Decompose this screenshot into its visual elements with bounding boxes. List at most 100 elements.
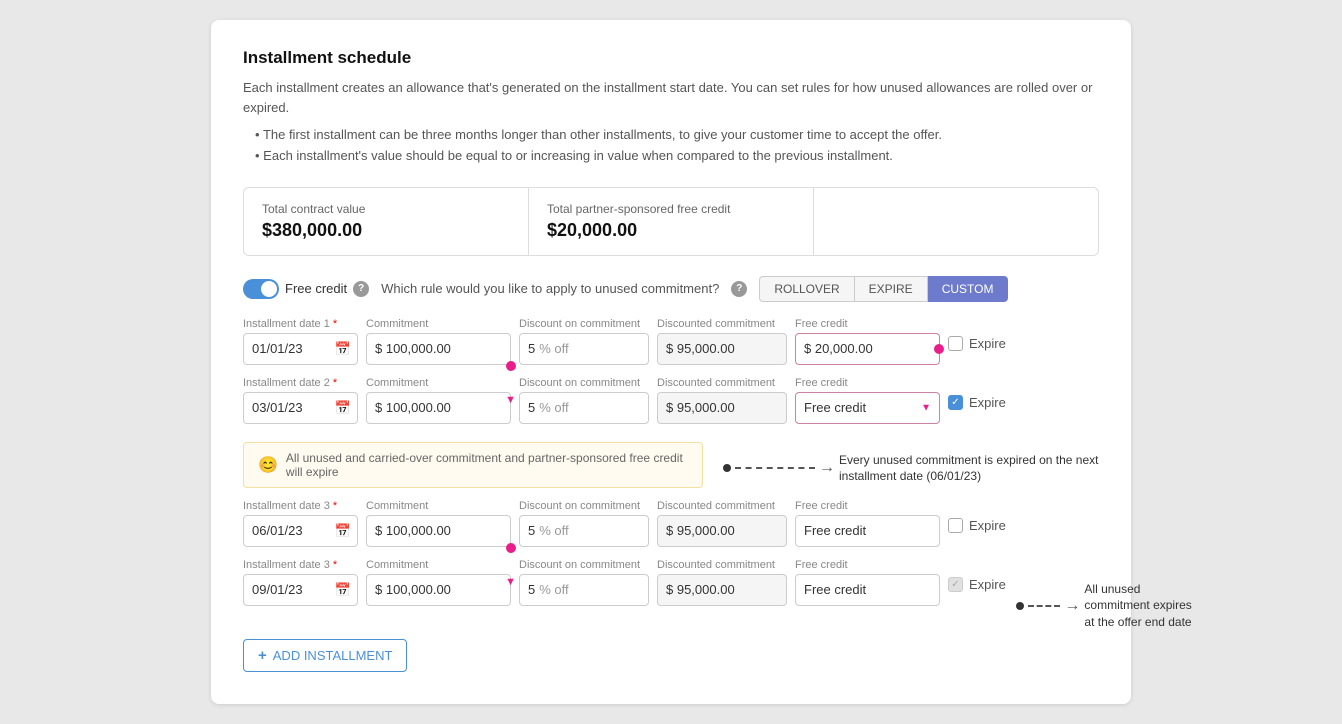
commitment-input-3[interactable]: $ 100,000.00 <box>366 515 511 547</box>
expire-group-2: Expire <box>948 377 1006 410</box>
rule-help-icon[interactable]: ? <box>731 281 747 297</box>
smiley-icon: 😊 <box>258 455 278 475</box>
date-input-4[interactable]: 09/01/23 📅 <box>243 574 358 606</box>
date-group-4: Installment date 3 * 09/01/23 📅 <box>243 559 358 606</box>
date-group-1: Installment date 1 * 01/01/23 📅 <box>243 318 358 365</box>
discounted-value-2: $ 95,000.00 <box>666 400 735 415</box>
discounted-input-1: $ 95,000.00 <box>657 333 787 365</box>
installment-schedule-card: Installment schedule Each installment cr… <box>211 20 1131 704</box>
bullet-list: The first installment can be three month… <box>255 125 1099 167</box>
bullet-2: Each installment's value should be equal… <box>255 146 1099 167</box>
installment-row-1: Installment date 1 * 01/01/23 📅 Commitme… <box>243 318 1099 365</box>
discounted-label-4: Discounted commitment <box>657 559 787 571</box>
total-contract-box: Total contract value $380,000.00 <box>244 188 529 255</box>
calendar-icon-1: 📅 <box>335 341 351 357</box>
discount-input-3[interactable]: 5 % off <box>519 515 649 547</box>
expire-label-1: Expire <box>969 336 1006 351</box>
dropdown-arrow-2: ▼ <box>921 402 931 413</box>
discounted-label-1: Discounted commitment <box>657 318 787 330</box>
card-title: Installment schedule <box>243 48 1099 68</box>
expire-label-4: Expire <box>969 577 1006 592</box>
expire-button[interactable]: EXPIRE <box>855 276 928 302</box>
installment-row-2-wrapper: Installment date 2 * 03/01/23 📅 Commitme… <box>243 377 1099 500</box>
free-credit-label-1: Free credit <box>795 318 940 330</box>
annotation-row-2: → Every unused commitment is expired on … <box>713 436 1099 486</box>
toggle-background[interactable] <box>243 279 279 299</box>
rollover-button[interactable]: ROLLOVER <box>759 276 854 302</box>
commitment-input-1[interactable]: $ 100,000.00 <box>366 333 511 365</box>
calendar-icon-4: 📅 <box>335 582 351 598</box>
discounted-group-3: Discounted commitment $ 95,000.00 <box>657 500 787 547</box>
total-credit-box: Total partner-sponsored free credit $20,… <box>529 188 814 255</box>
discount-input-4[interactable]: 5 % off <box>519 574 649 606</box>
expire-label-2: Expire <box>969 395 1006 410</box>
discounted-value-1: $ 95,000.00 <box>666 341 735 356</box>
down-arrow-2: ▼ <box>505 394 516 406</box>
free-credit-value-4: Free credit <box>804 582 866 597</box>
toggle-help-icon[interactable]: ? <box>353 281 369 297</box>
expire-banner-text: All unused and carried-over commitment a… <box>286 451 688 479</box>
discount-label-3: Discount on commitment <box>519 500 649 512</box>
discount-group-1: Discount on commitment 5 % off <box>519 318 649 365</box>
pink-dot-fc-1 <box>934 344 944 354</box>
annotation-text-4: All unused commitment expires at the off… <box>1084 581 1197 631</box>
custom-button[interactable]: CUSTOM <box>928 276 1009 302</box>
date-input-1[interactable]: 01/01/23 📅 <box>243 333 358 365</box>
date-label-1: Installment date 1 * <box>243 318 358 330</box>
date-input-3[interactable]: 06/01/23 📅 <box>243 515 358 547</box>
discount-value-1: 5 <box>528 341 535 356</box>
free-credit-group-2: Free credit Free credit ▼ <box>795 377 940 424</box>
toggle-label: Free credit <box>285 281 347 296</box>
expire-checkbox-2[interactable] <box>948 395 963 410</box>
commitment-value-1: $ 100,000.00 <box>375 341 451 356</box>
annotation-row-4: → All unused commitment expires at the o… <box>1016 559 1197 631</box>
free-credit-input-1[interactable]: $ 20,000.00 <box>795 333 940 365</box>
commitment-group-1: Commitment $ 100,000.00 <box>366 318 511 365</box>
discounted-value-4: $ 95,000.00 <box>666 582 735 597</box>
commitment-input-4[interactable]: $ 100,000.00 <box>366 574 511 606</box>
discounted-group-2: Discounted commitment $ 95,000.00 <box>657 377 787 424</box>
installment-row-4-wrapper: Installment date 3 * 09/01/23 📅 Commitme… <box>243 559 1099 631</box>
discounted-label-2: Discounted commitment <box>657 377 787 389</box>
free-credit-value-1: $ 20,000.00 <box>804 341 873 356</box>
discount-label-2: Discount on commitment <box>519 377 649 389</box>
commitment-group-2: Commitment $ 100,000.00 ▼ <box>366 377 511 424</box>
free-credit-label-2: Free credit <box>795 377 940 389</box>
free-credit-input-3[interactable]: Free credit <box>795 515 940 547</box>
commitment-input-2[interactable]: $ 100,000.00 <box>366 392 511 424</box>
commitment-label-4: Commitment <box>366 559 511 571</box>
date-input-2[interactable]: 03/01/23 📅 <box>243 392 358 424</box>
expire-checkbox-1[interactable] <box>948 336 963 351</box>
discount-group-2: Discount on commitment 5 % off <box>519 377 649 424</box>
installment-row-2: Installment date 2 * 03/01/23 📅 Commitme… <box>243 377 1099 424</box>
free-credit-value-2: Free credit <box>804 400 866 415</box>
commitment-value-2: $ 100,000.00 <box>375 400 451 415</box>
expire-checkbox-4 <box>948 577 963 592</box>
arrow-icon-2: → <box>819 459 835 477</box>
calendar-icon-3: 📅 <box>335 523 351 539</box>
date-label-2: Installment date 2 * <box>243 377 358 389</box>
discount-input-1[interactable]: 5 % off <box>519 333 649 365</box>
commitment-group-4: Commitment $ 100,000.00 ▼ <box>366 559 511 606</box>
free-credit-input-2[interactable]: Free credit ▼ <box>795 392 940 424</box>
date-value-2: 03/01/23 <box>252 400 303 415</box>
pink-dot-1 <box>506 361 516 371</box>
free-credit-toggle[interactable]: Free credit ? <box>243 279 369 299</box>
add-button-label: ADD INSTALLMENT <box>273 648 393 663</box>
percent-off-3: % off <box>539 523 568 538</box>
free-credit-label-3: Free credit <box>795 500 940 512</box>
discount-input-2[interactable]: 5 % off <box>519 392 649 424</box>
arrow-icon-4: → <box>1064 597 1080 615</box>
commitment-label-3: Commitment <box>366 500 511 512</box>
add-installment-button[interactable]: + ADD INSTALLMENT <box>243 639 407 672</box>
free-credit-input-4[interactable]: Free credit <box>795 574 940 606</box>
toggle-knob <box>261 281 277 297</box>
date-value-1: 01/01/23 <box>252 341 303 356</box>
free-credit-group-1: Free credit $ 20,000.00 <box>795 318 940 365</box>
down-arrow-4: ▼ <box>505 576 516 588</box>
expire-group-3: Expire <box>948 500 1006 533</box>
expire-checkbox-3[interactable] <box>948 518 963 533</box>
free-credit-group-3: Free credit Free credit <box>795 500 940 547</box>
discounted-group-1: Discounted commitment $ 95,000.00 <box>657 318 787 365</box>
expire-label-3: Expire <box>969 518 1006 533</box>
